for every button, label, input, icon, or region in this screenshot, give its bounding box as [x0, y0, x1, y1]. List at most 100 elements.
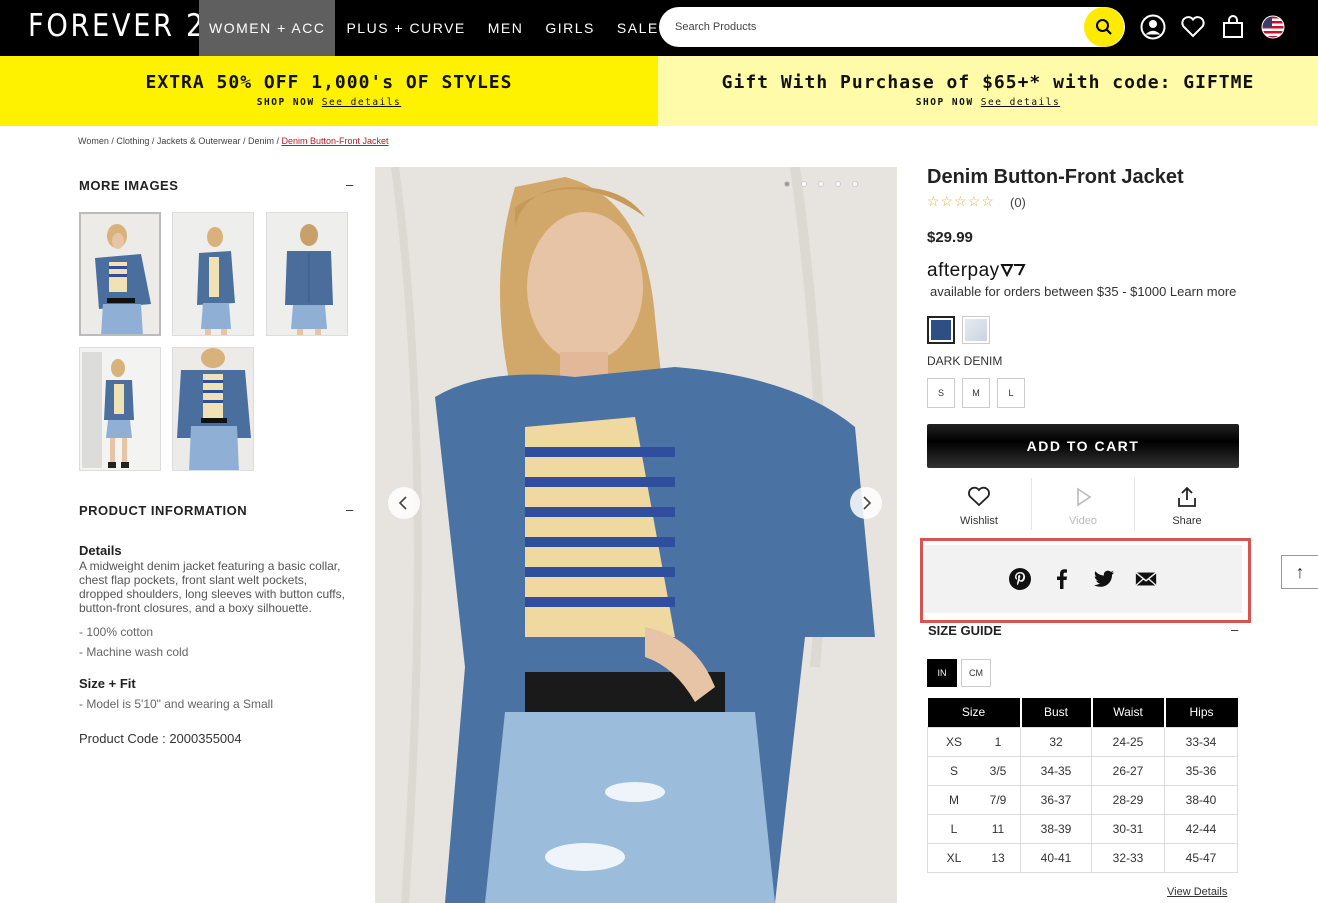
add-to-cart-button[interactable]: ADD TO CART	[927, 424, 1239, 468]
search-button[interactable]	[1084, 7, 1124, 47]
promo-left-shop-now[interactable]: SHOP NOW	[257, 97, 315, 108]
chevron-right-icon	[863, 496, 872, 510]
wishlist-action[interactable]: Wishlist	[927, 478, 1031, 530]
nav-girls[interactable]: GIRLS	[534, 0, 606, 56]
play-icon	[1077, 487, 1092, 507]
details-heading: Details	[79, 543, 122, 558]
breadcrumb-women[interactable]: Women	[78, 136, 109, 146]
promo-banner-left[interactable]: EXTRA 50% OFF 1,000's OF STYLES SHOP NOW…	[0, 56, 658, 126]
size-guide-collapse-icon[interactable]: –	[1231, 622, 1238, 637]
table-cell: S 3/5	[927, 755, 1021, 786]
table-cell: 40-41	[1020, 842, 1092, 873]
account-icon[interactable]	[1139, 13, 1167, 41]
carousel-dot-2[interactable]	[801, 181, 807, 187]
breadcrumb-jackets[interactable]: Jackets & Outerwear	[157, 136, 241, 146]
table-row: L 11 38-39 30-31 42-44	[927, 813, 1238, 844]
heart-icon	[968, 486, 990, 507]
thumbnail-2[interactable]	[172, 212, 254, 336]
cell-numeric: 13	[991, 850, 1005, 865]
afterpay-brand: afterpay	[927, 260, 1000, 281]
video-label: Video	[1069, 515, 1097, 527]
table-cell: 32	[1020, 726, 1092, 757]
thumbnail-1[interactable]	[79, 212, 161, 336]
breadcrumb-sep: /	[240, 136, 248, 146]
us-flag-icon[interactable]	[1259, 13, 1287, 41]
image-carousel-dots	[784, 181, 858, 187]
table-row: M 7/9 36-37 28-29 38-40	[927, 784, 1238, 815]
promo-left-see-details[interactable]: See details	[322, 97, 401, 108]
carousel-dot-1[interactable]	[784, 181, 790, 187]
carousel-dot-5[interactable]	[852, 181, 858, 187]
selected-color-name: DARK DENIM	[927, 354, 1003, 368]
carousel-dot-3[interactable]	[818, 181, 824, 187]
table-cell: 42-44	[1164, 813, 1238, 844]
breadcrumb-sep: /	[149, 136, 157, 146]
product-information-collapse-icon[interactable]: –	[346, 502, 353, 517]
search-input[interactable]	[675, 17, 1075, 37]
swatch-dark-denim[interactable]	[927, 316, 955, 344]
table-cell: 34-35	[1020, 755, 1092, 786]
table-cell: 32-33	[1091, 842, 1165, 873]
wishlist-heart-icon[interactable]	[1179, 13, 1207, 41]
table-cell: 36-37	[1020, 784, 1092, 815]
size-table-header-row: Size Bust Waist Hips	[927, 698, 1238, 727]
thumbnail-3[interactable]	[266, 212, 348, 336]
carousel-dot-4[interactable]	[835, 181, 841, 187]
main-nav: WOMEN + ACC PLUS + CURVE MEN GIRLS SALE	[199, 0, 670, 56]
carousel-next-button[interactable]	[850, 487, 882, 519]
swatch-light-denim[interactable]	[962, 316, 990, 344]
nav-men[interactable]: MEN	[477, 0, 535, 56]
size-option-m[interactable]: M	[962, 378, 990, 408]
breadcrumb: Women / Clothing / Jackets & Outerwear /…	[78, 136, 389, 146]
search-bar	[659, 7, 1125, 47]
header-bust: Bust	[1019, 698, 1092, 727]
forever21-logo[interactable]: FOREVER 21	[28, 8, 226, 44]
site-header: FOREVER 21 WOMEN + ACC PLUS + CURVE MEN …	[0, 0, 1318, 56]
cell-size: XL	[946, 850, 962, 865]
product-information-title: PRODUCT INFORMATION	[79, 503, 248, 518]
nav-plus-curve[interactable]: PLUS + CURVE	[335, 0, 476, 56]
table-cell: 35-36	[1164, 755, 1238, 786]
header-waist: Waist	[1090, 698, 1165, 727]
promo-right-shop-now[interactable]: SHOP NOW	[916, 97, 974, 108]
unit-toggle-cm[interactable]: CM	[961, 659, 991, 687]
afterpay-text[interactable]: available for orders between $35 - $1000…	[927, 284, 1237, 299]
promo-right-see-details[interactable]: See details	[981, 97, 1060, 108]
breadcrumb-denim[interactable]: Denim	[248, 136, 274, 146]
nav-women-acc[interactable]: WOMEN + ACC	[199, 0, 336, 56]
more-images-collapse-icon[interactable]: –	[346, 177, 353, 192]
shopping-bag-icon[interactable]	[1219, 13, 1247, 41]
table-cell: XL 13	[927, 842, 1021, 873]
table-cell: 38-39	[1020, 813, 1092, 844]
afterpay-arrows-icon	[1000, 264, 1026, 278]
view-details-link[interactable]: View Details	[1167, 886, 1227, 898]
review-count[interactable]: (0)	[1010, 195, 1026, 210]
detail-bullet-wash: - Machine wash cold	[79, 645, 189, 659]
header-size: Size	[927, 698, 1021, 727]
thumbnail-4[interactable]	[79, 347, 161, 471]
breadcrumb-clothing[interactable]: Clothing	[116, 136, 149, 146]
afterpay-logo: afterpay	[927, 260, 1026, 282]
size-guide-title: SIZE GUIDE	[928, 623, 1002, 638]
back-to-top-button[interactable]: ↑	[1281, 555, 1318, 589]
rating-stars[interactable]: ☆☆☆☆☆	[927, 193, 995, 210]
table-cell: 38-40	[1164, 784, 1238, 815]
share-action[interactable]: Share	[1135, 478, 1239, 530]
table-row: XL 13 40-41 32-33 45-47	[927, 842, 1238, 873]
table-cell: M 7/9	[927, 784, 1021, 815]
unit-toggle-in[interactable]: IN	[927, 659, 957, 687]
video-action[interactable]: Video	[1031, 478, 1135, 530]
size-option-s[interactable]: S	[927, 378, 955, 408]
thumbnail-5[interactable]	[172, 347, 254, 471]
table-row: S 3/5 34-35 26-27 35-36	[927, 755, 1238, 786]
cell-size: M	[949, 792, 959, 807]
header-hips: Hips	[1163, 698, 1238, 727]
table-cell: 33-34	[1164, 726, 1238, 757]
detail-bullet-cotton: - 100% cotton	[79, 625, 154, 639]
cell-numeric: 3/5	[989, 763, 1007, 778]
main-product-image[interactable]	[375, 167, 897, 903]
breadcrumb-current[interactable]: Denim Button-Front Jacket	[282, 136, 389, 146]
promo-banner-right[interactable]: Gift With Purchase of $65+* with code: G…	[658, 56, 1318, 126]
size-option-l[interactable]: L	[997, 378, 1025, 408]
carousel-prev-button[interactable]	[388, 487, 420, 519]
